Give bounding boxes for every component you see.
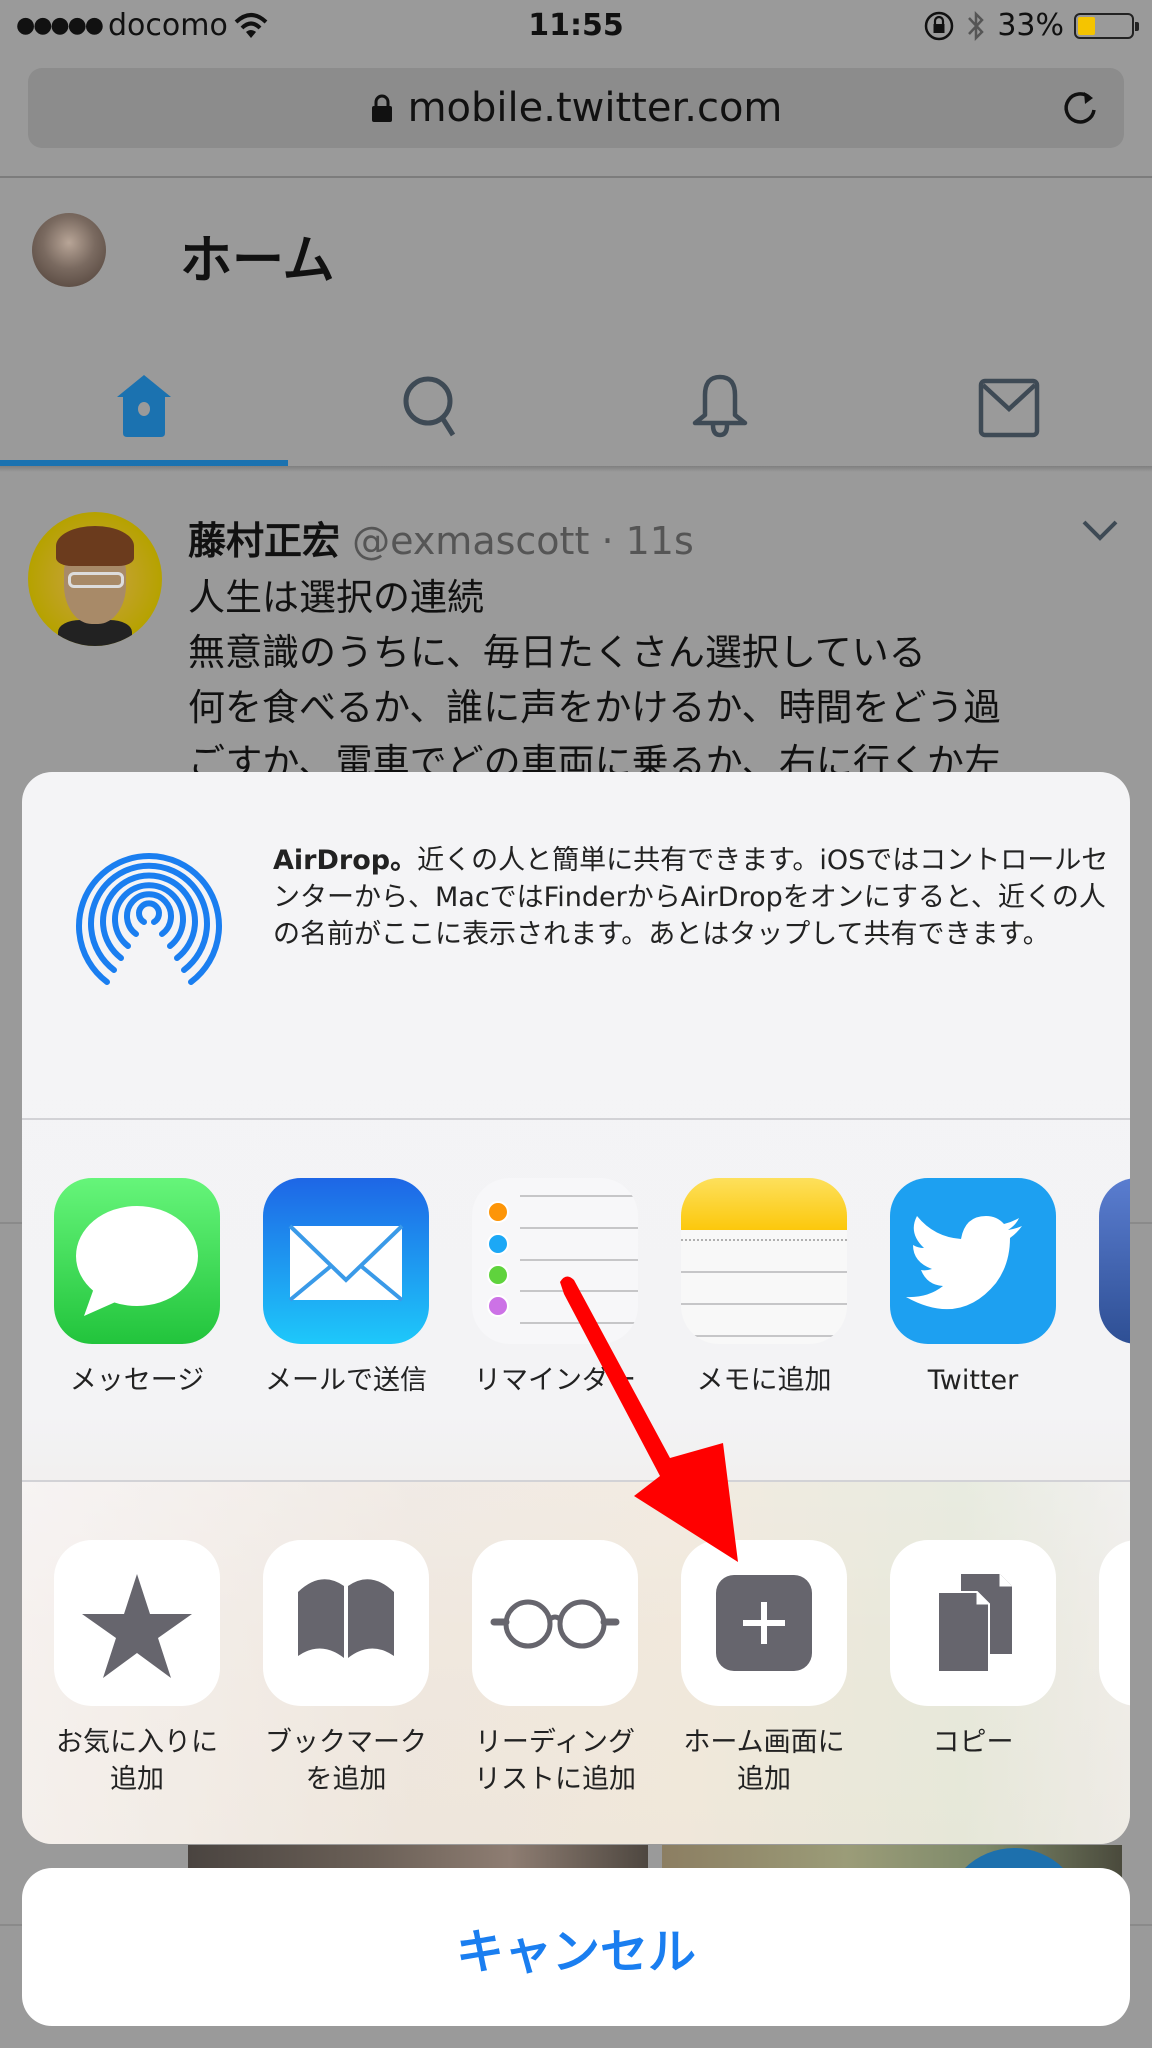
search-icon [403,376,456,436]
add-to-home-icon [681,1540,847,1706]
cancel-button[interactable]: キャンセル [22,1868,1130,2026]
chevron-down-icon[interactable] [1080,516,1120,546]
action-copy[interactable]: コピー [878,1540,1068,1761]
page-title: ホーム [180,231,335,291]
envelope-icon [978,378,1040,437]
share-actions-row[interactable]: お気に入りに 追加 ブックマーク を追加 リーディング リストに追加 ホーム画面… [22,1540,1130,1820]
lock-icon [371,94,392,122]
share-app-notes[interactable]: メモに追加 [669,1178,859,1399]
battery-percent: 33% [997,8,1064,43]
tab-home[interactable] [0,348,288,463]
status-bar: ●●●●● docomo 11:55 33% [0,0,1152,56]
share-app-label: メモに追加 [696,1365,832,1396]
url-text: mobile.twitter.com [407,85,783,131]
airdrop-section: AirDrop。近くの人と簡単に共有できます。iOSではコントロールセンターから… [22,772,1130,1118]
tweet-author-name[interactable]: 藤村正宏 [188,519,340,563]
messages-icon [54,1178,220,1344]
action-label: コピー [932,1727,1014,1758]
action-add-favorite[interactable]: お気に入りに 追加 [42,1540,232,1798]
share-apps-row[interactable]: メッセージ メールで送信 リマインダー メモに追加 Twitter [22,1178,1130,1458]
tweet-separator: · [589,519,626,563]
airdrop-title: AirDrop。 [273,845,418,876]
tab-bar-shadow [0,466,1152,472]
glasses-icon [472,1540,638,1706]
share-app-mail[interactable]: メールで送信 [251,1178,441,1399]
bell-icon [692,374,748,437]
tweet-author-handle: @exmascott [352,519,590,563]
share-app-label: Twitter [927,1365,1019,1396]
sheet-divider [22,1118,1130,1120]
tweet[interactable]: 藤村正宏 @exmascott · 11s 人生は選択の連続 無意識のうちに、毎… [0,480,1152,784]
tab-search[interactable] [288,348,576,463]
action-label: ホーム画面に 追加 [683,1727,845,1795]
notes-icon [681,1178,847,1344]
tweet-line: 何を食べるか、誰に声をかけるか、時間をどう過 [188,686,1001,729]
tweet-time: 11s [625,519,694,563]
bluetooth-icon [968,10,985,41]
share-app-label: メールで送信 [265,1365,427,1396]
share-app-reminders[interactable]: リマインダー [460,1178,650,1399]
action-add-bookmark[interactable]: ブックマーク を追加 [251,1540,441,1798]
reminders-icon [472,1178,638,1344]
action-add-reading-list[interactable]: リーディング リストに追加 [460,1540,650,1798]
action-label: リーディング リストに追加 [474,1727,636,1795]
tweet-line: 無意識のうちに、毎日たくさん選択している [188,631,926,674]
book-icon [263,1540,429,1706]
action-add-to-home-screen[interactable]: ホーム画面に 追加 [669,1540,859,1798]
share-app-twitter[interactable]: Twitter [878,1178,1068,1399]
action-label: ブックマーク を追加 [265,1727,427,1795]
share-app-facebook[interactable]: F [1087,1178,1130,1399]
star-icon [54,1540,220,1706]
status-right: 33% [923,8,1139,43]
action-label: お気に入りに 追加 [56,1727,218,1795]
reload-icon[interactable] [1058,86,1102,130]
battery-icon [1074,12,1139,39]
share-app-messages[interactable]: メッセージ [42,1178,232,1399]
more-action-icon [1099,1540,1130,1706]
airdrop-description: AirDrop。近くの人と簡単に共有できます。iOSではコントロールセンターから… [273,842,1113,953]
twitter-icon [890,1178,1056,1344]
tweet-text: 人生は選択の連続 無意識のうちに、毎日たくさん選択している 何を食べるか、誰に声… [188,570,1128,790]
share-sheet: AirDrop。近くの人と簡単に共有できます。iOSではコントロールセンターから… [22,772,1130,1844]
tweet-header: 藤村正宏 @exmascott · 11s [188,510,694,565]
profile-avatar[interactable] [32,213,106,287]
twitter-header: ホーム [0,178,1152,472]
facebook-icon [1099,1178,1130,1344]
sheet-divider [22,1480,1130,1482]
tab-messages[interactable] [864,348,1152,463]
mail-icon [263,1178,429,1344]
twitter-tab-bar [0,348,1152,463]
rotation-lock-icon [925,11,954,40]
home-icon [117,374,171,437]
share-app-label: メッセージ [69,1365,205,1396]
address-bar[interactable]: mobile.twitter.com [28,68,1124,148]
action-more[interactable] [1087,1540,1130,1706]
copy-icon [890,1540,1056,1706]
airdrop-icon [76,853,222,985]
battery-level [1078,16,1096,35]
tweet-line: 人生は選択の連続 [188,576,484,619]
tab-notifications[interactable] [576,348,864,463]
tweet-author-avatar[interactable] [28,512,162,646]
share-app-label: リマインダー [474,1365,636,1396]
